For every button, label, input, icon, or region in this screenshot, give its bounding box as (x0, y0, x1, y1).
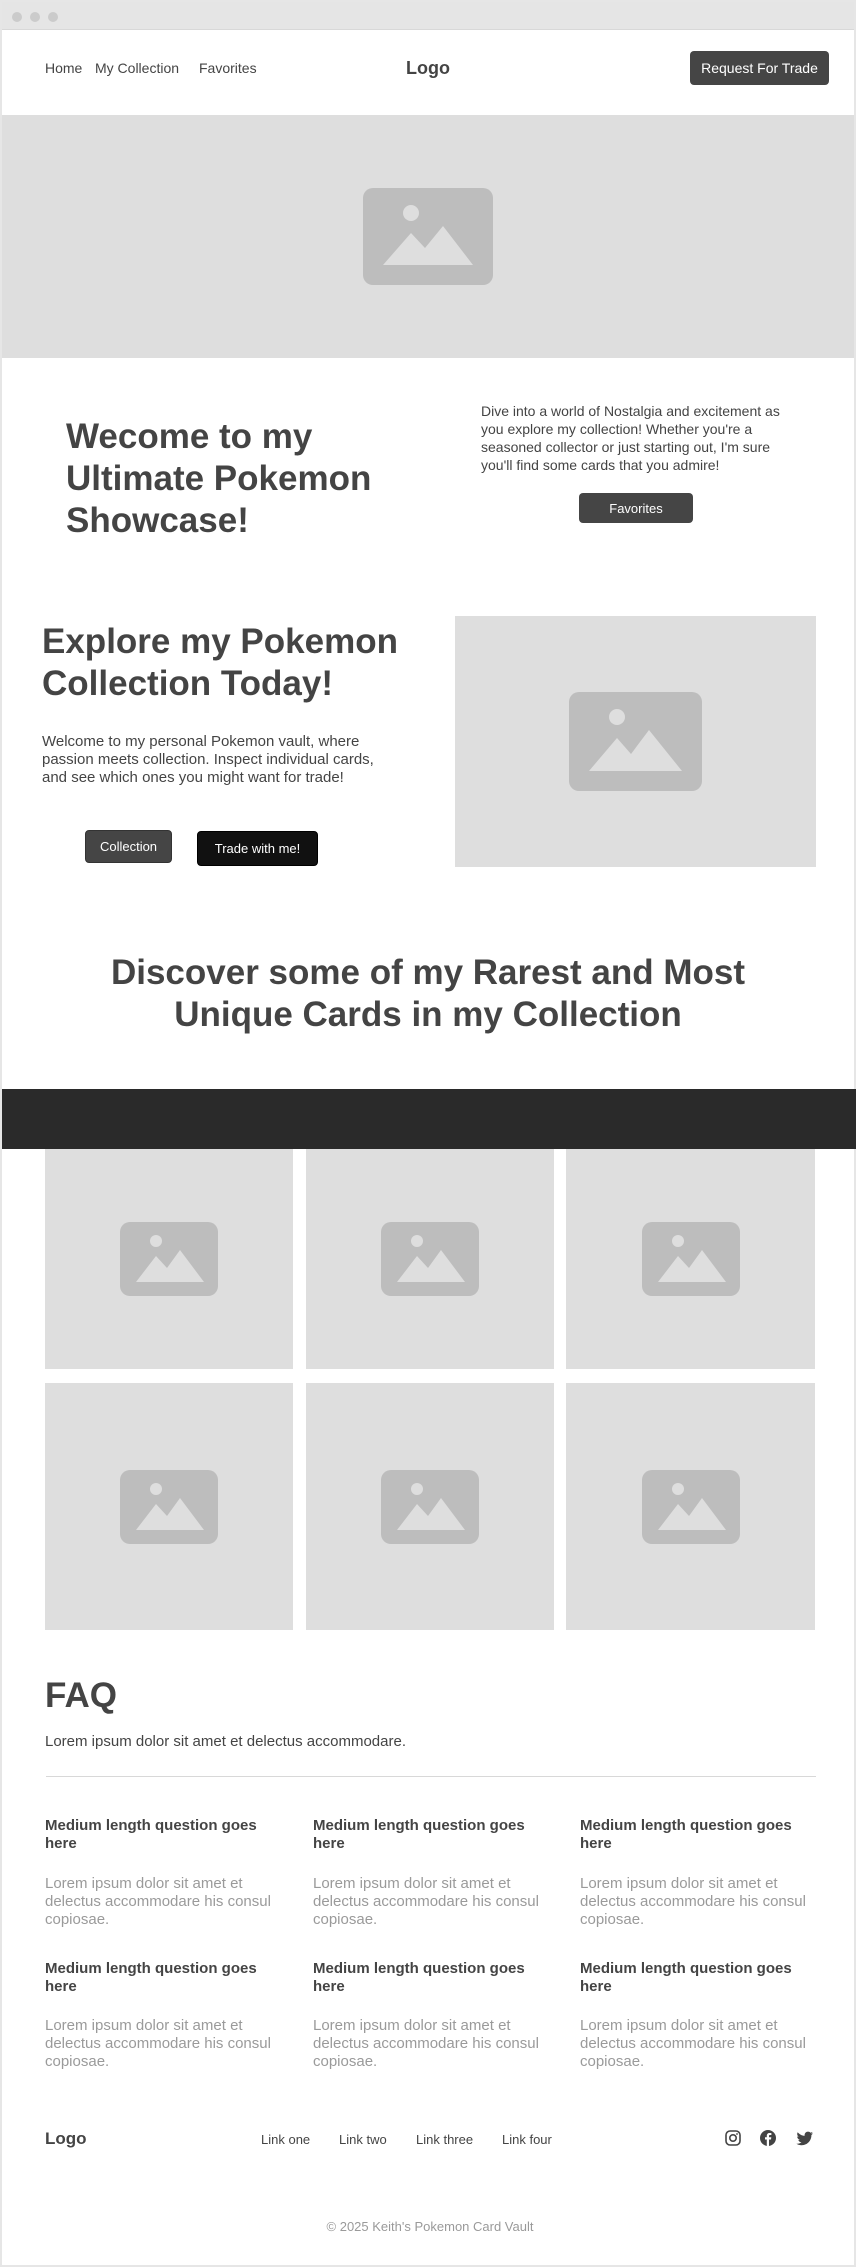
favorites-button[interactable]: Favorites (579, 493, 693, 523)
twitter-icon[interactable] (796, 2129, 814, 2147)
hero-image-placeholder (2, 115, 854, 358)
faq-answer: Lorem ipsum dolor sit amet et delectus a… (313, 2017, 539, 2070)
faq-divider (46, 1776, 816, 1777)
faq-answer: Lorem ipsum dolor sit amet et delectus a… (45, 2017, 271, 2070)
faq-question: Medium length question goes here (313, 1817, 525, 1852)
card-image-placeholder[interactable] (566, 1383, 815, 1630)
nav-favorites-link[interactable]: Favorites (199, 60, 257, 76)
browser-titlebar (2, 2, 854, 30)
explore-heading: Explore my Pokemon Collection Today! (42, 622, 398, 703)
card-image-placeholder[interactable] (306, 1383, 554, 1630)
image-icon (120, 1469, 218, 1544)
facebook-icon[interactable] (759, 2129, 777, 2147)
faq-answer: Lorem ipsum dolor sit amet et delectus a… (313, 1875, 539, 1928)
footer-link-two[interactable]: Link two (339, 2132, 387, 2147)
intro-text: Dive into a world of Nostalgia and excit… (481, 403, 780, 473)
discover-heading: Discover some of my Rarest and Most Uniq… (110, 953, 746, 1034)
window-close-dot[interactable] (12, 12, 22, 22)
image-icon (381, 1469, 479, 1544)
explore-image-placeholder (455, 616, 816, 867)
card-image-placeholder[interactable] (306, 1149, 554, 1369)
faq-answer: Lorem ipsum dolor sit amet et delectus a… (580, 1875, 806, 1928)
footer-link-one[interactable]: Link one (261, 2132, 310, 2147)
instagram-icon[interactable] (724, 2129, 742, 2147)
faq-answer: Lorem ipsum dolor sit amet et delectus a… (580, 2017, 806, 2070)
card-image-placeholder[interactable] (45, 1383, 293, 1630)
image-icon (641, 1469, 740, 1544)
browser-window: Home My Collection Favorites Logo Reques… (0, 0, 856, 2267)
image-icon (120, 1222, 218, 1296)
faq-question: Medium length question goes here (580, 1960, 792, 1995)
copyright-text: © 2025 Keith's Pokemon Card Vault (326, 2219, 534, 2234)
image-icon (381, 1222, 479, 1296)
footer-logo[interactable]: Logo (45, 2129, 87, 2149)
trade-with-me-button[interactable]: Trade with me! (197, 831, 318, 866)
image-icon (641, 1222, 740, 1296)
faq-answer: Lorem ipsum dolor sit amet et delectus a… (45, 1875, 271, 1928)
window-minimize-dot[interactable] (30, 12, 40, 22)
image-icon (363, 188, 493, 285)
faq-question: Medium length question goes here (45, 1960, 257, 1995)
faq-question: Medium length question goes here (580, 1817, 792, 1852)
collection-button[interactable]: Collection (85, 830, 172, 863)
nav-my-collection-link[interactable]: My Collection (95, 60, 179, 76)
explore-text: Welcome to my personal Pokemon vault, wh… (42, 733, 374, 786)
header-logo[interactable]: Logo (406, 58, 450, 79)
dark-band (2, 1089, 856, 1149)
image-icon (569, 692, 702, 791)
intro-heading: Wecome to my Ultimate Pokemon Showcase! (66, 417, 372, 540)
faq-question: Medium length question goes here (45, 1817, 257, 1852)
faq-title: FAQ (45, 1676, 117, 1715)
faq-subtitle: Lorem ipsum dolor sit amet et delectus a… (45, 1733, 406, 1750)
window-maximize-dot[interactable] (48, 12, 58, 22)
request-trade-button[interactable]: Request For Trade (690, 51, 829, 85)
footer-link-three[interactable]: Link three (416, 2132, 473, 2147)
card-image-placeholder[interactable] (566, 1149, 815, 1369)
footer-link-four[interactable]: Link four (502, 2132, 552, 2147)
faq-question: Medium length question goes here (313, 1960, 525, 1995)
card-image-placeholder[interactable] (45, 1149, 293, 1369)
nav-home-link[interactable]: Home (45, 60, 82, 76)
